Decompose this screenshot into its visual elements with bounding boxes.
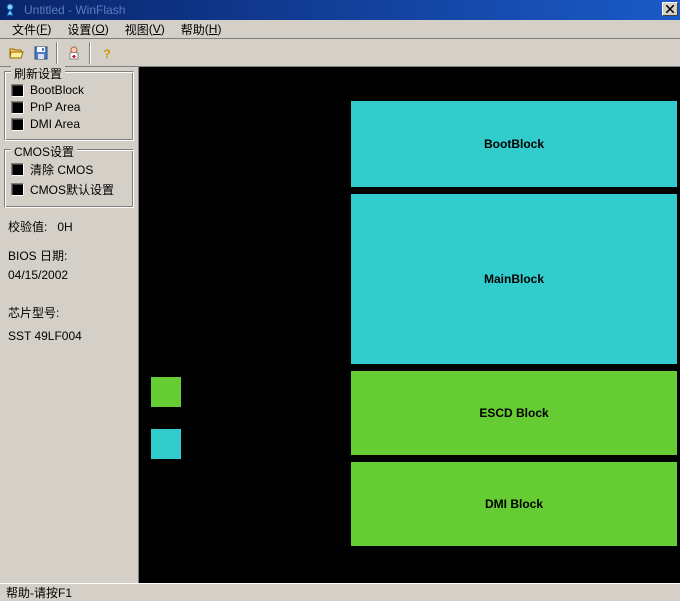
bios-date-label: BIOS 日期: bbox=[8, 247, 130, 264]
checksum-row: 校验值: 0H bbox=[4, 216, 134, 237]
menu-help[interactable]: 帮助(H) bbox=[173, 19, 230, 40]
escd-block-label-text: ESCD Block bbox=[479, 406, 548, 420]
content-area: BootBlock MainBlock ESCD Block DMI Block bbox=[139, 67, 680, 583]
chip-label: 芯片型号: bbox=[8, 304, 130, 321]
escd-block: ESCD Block bbox=[349, 369, 679, 457]
refresh-settings-group: 刷新设置 BootBlock PnP Area DMI Area bbox=[4, 71, 134, 141]
bootblock-label-text: BootBlock bbox=[484, 137, 544, 151]
toolbar-separator bbox=[89, 42, 91, 64]
dmi-area-checkbox[interactable] bbox=[11, 118, 24, 131]
svg-text:?: ? bbox=[103, 47, 110, 61]
main-area: 刷新设置 BootBlock PnP Area DMI Area CMOS设置 … bbox=[0, 67, 680, 583]
dmi-area-label: DMI Area bbox=[30, 117, 80, 131]
chip-row: 芯片型号: SST 49LF004 bbox=[4, 302, 134, 345]
help-button[interactable]: ? bbox=[95, 42, 118, 64]
dmi-area-row[interactable]: DMI Area bbox=[11, 117, 127, 131]
titlebar-text: Untitled - WinFlash bbox=[24, 3, 125, 17]
statusbar-text: 帮助-请按F1 bbox=[6, 584, 72, 601]
clear-cmos-checkbox[interactable] bbox=[11, 163, 24, 176]
pnp-area-checkbox[interactable] bbox=[11, 101, 24, 114]
bootblock-row[interactable]: BootBlock bbox=[11, 83, 127, 97]
menu-view[interactable]: 视图(V) bbox=[117, 19, 173, 40]
bootblock-block: BootBlock bbox=[349, 99, 679, 189]
save-button[interactable] bbox=[29, 42, 52, 64]
cmos-settings-group: CMOS设置 清除 CMOS CMOS默认设置 bbox=[4, 149, 134, 208]
toolbar: ? bbox=[0, 39, 680, 67]
mainblock-block: MainBlock bbox=[349, 192, 679, 366]
chip-value: SST 49LF004 bbox=[8, 329, 130, 343]
open-button[interactable] bbox=[4, 42, 27, 64]
checksum-label: 校验值: bbox=[8, 220, 47, 234]
dmi-block-label-text: DMI Block bbox=[485, 497, 543, 511]
dmi-block: DMI Block bbox=[349, 460, 679, 548]
clear-cmos-row[interactable]: 清除 CMOS bbox=[11, 161, 127, 178]
legend-cyan-square bbox=[151, 429, 181, 459]
bios-date-value: 04/15/2002 bbox=[8, 268, 130, 282]
toolbar-separator bbox=[56, 42, 58, 64]
pnp-area-row[interactable]: PnP Area bbox=[11, 100, 127, 114]
refresh-settings-title: 刷新设置 bbox=[11, 65, 65, 82]
bootblock-checkbox[interactable] bbox=[11, 84, 24, 97]
menubar: 文件(F) 设置(O) 视图(V) 帮助(H) bbox=[0, 20, 680, 39]
legend-green-square bbox=[151, 377, 181, 407]
bios-date-row: BIOS 日期: 04/15/2002 bbox=[4, 245, 134, 284]
statusbar: 帮助-请按F1 bbox=[0, 583, 680, 601]
cmos-default-row[interactable]: CMOS默认设置 bbox=[11, 181, 127, 198]
checksum-value: 0H bbox=[57, 220, 72, 234]
clear-cmos-label: 清除 CMOS bbox=[30, 161, 93, 178]
cmos-default-checkbox[interactable] bbox=[11, 183, 24, 196]
bootblock-label: BootBlock bbox=[30, 83, 84, 97]
menu-settings[interactable]: 设置(O) bbox=[59, 19, 116, 40]
sidebar: 刷新设置 BootBlock PnP Area DMI Area CMOS设置 … bbox=[0, 67, 139, 583]
app-icon bbox=[4, 2, 20, 18]
cmos-settings-title: CMOS设置 bbox=[11, 143, 77, 160]
menu-file[interactable]: 文件(F) bbox=[4, 19, 59, 40]
cmos-default-label: CMOS默认设置 bbox=[30, 181, 114, 198]
mainblock-label-text: MainBlock bbox=[484, 272, 544, 286]
titlebar: Untitled - WinFlash bbox=[0, 0, 680, 20]
pnp-area-label: PnP Area bbox=[30, 100, 80, 114]
doctor-button[interactable] bbox=[62, 42, 85, 64]
close-button[interactable] bbox=[662, 2, 678, 16]
